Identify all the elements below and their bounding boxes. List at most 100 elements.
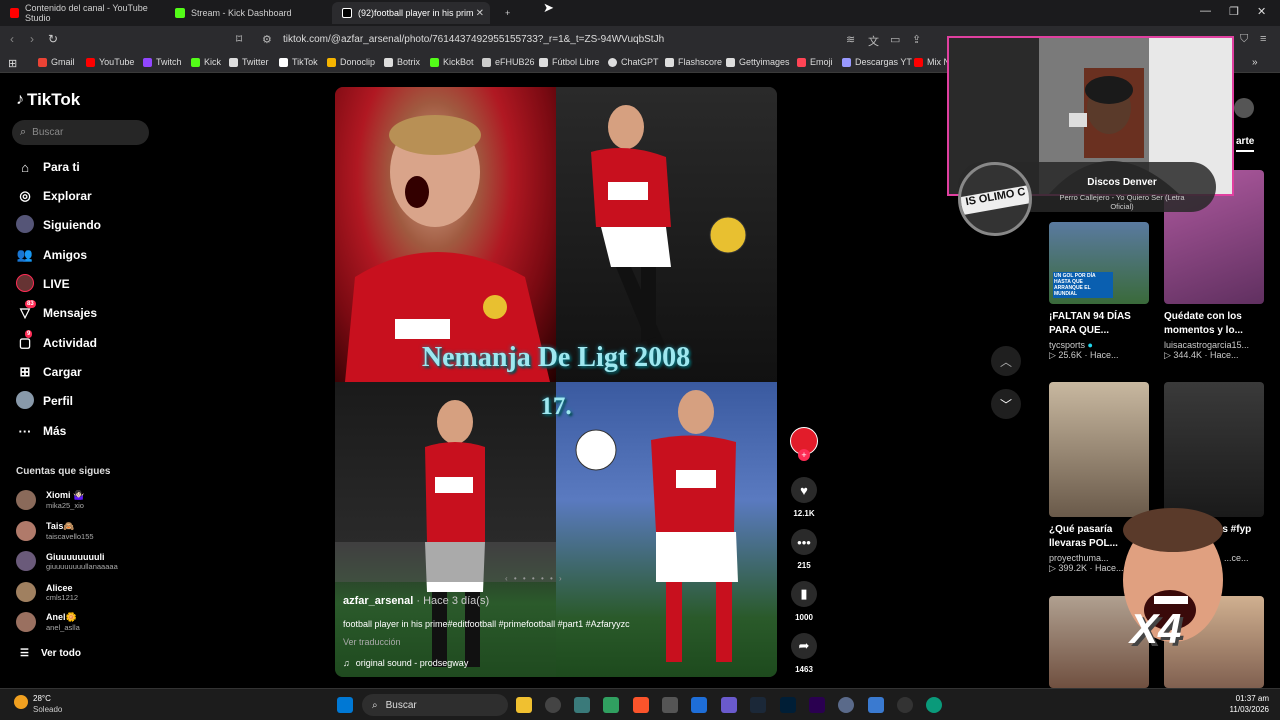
avatar	[16, 551, 36, 571]
site-info-icon[interactable]: ⚙	[262, 33, 272, 46]
nav-mas[interactable]: ··· Más	[16, 421, 67, 441]
new-tab-button[interactable]: +	[495, 2, 510, 24]
bookmark-twitch[interactable]: Twitch	[143, 57, 182, 67]
reload-icon[interactable]: ↻	[48, 32, 58, 46]
bookmark-icon[interactable]: ⌑	[236, 32, 242, 46]
media-player-icon[interactable]	[897, 697, 913, 713]
post-sound[interactable]: ♫ original sound - prodsegway	[343, 658, 468, 668]
nav-actividad[interactable]: ▢ 9 Actividad	[16, 330, 97, 353]
nav-mensajes[interactable]: ▽ 83 Mensajes	[16, 300, 97, 323]
premiere-icon[interactable]	[809, 697, 825, 713]
following-account[interactable]: Tais🙈 taiscavello155	[16, 521, 94, 541]
github-icon[interactable]	[545, 697, 561, 713]
menu-icon[interactable]: ≡	[1260, 33, 1266, 45]
chevron-up-icon: ︿	[999, 354, 1012, 369]
bookmark-icon: ▮	[791, 581, 817, 607]
see-all-link[interactable]: ☰ Ver todo	[20, 648, 81, 659]
bookmark-gettyimages[interactable]: Gettyimages	[726, 57, 790, 67]
windows-taskbar: 28°C Soleado ⌕ Buscar 01:37 am 11/03/202…	[0, 688, 1280, 720]
settings-icon[interactable]	[838, 697, 854, 713]
tab-arte[interactable]: arte	[1236, 136, 1255, 152]
discord-icon[interactable]	[721, 697, 737, 713]
calculator-icon[interactable]	[691, 697, 707, 713]
nav-para-ti[interactable]: ⌂ Para ti	[16, 157, 80, 177]
tab-tiktok[interactable]: (92)football player in his prim ✕	[332, 2, 490, 24]
back-icon[interactable]: ‹	[10, 32, 14, 46]
following-account[interactable]: Anel🌼 anel_aslla	[16, 612, 80, 632]
nav-cargar[interactable]: ⊞ Cargar	[16, 362, 82, 382]
bookmark-descargas-yt[interactable]: Descargas YT	[842, 57, 912, 67]
bookmark-twitter[interactable]: Twitter	[229, 57, 269, 67]
save-button[interactable]: ▮ 1000	[791, 581, 817, 622]
app-icon[interactable]	[574, 697, 590, 713]
follow-plus-icon[interactable]: +	[798, 449, 810, 461]
translate-icon[interactable]: 文	[868, 33, 879, 49]
carousel-dots[interactable]: ‹ • • • • • ›	[505, 574, 564, 583]
minimize-icon[interactable]: —	[1200, 5, 1211, 17]
tab-kick-dashboard[interactable]: Stream - Kick Dashboard	[165, 2, 330, 24]
vpn-icon[interactable]: ⛉	[1240, 33, 1248, 46]
reader-icon[interactable]: ≋	[846, 33, 855, 46]
bookmark-gmail[interactable]: Gmail	[38, 57, 75, 67]
maximize-icon[interactable]: ❐	[1229, 5, 1239, 18]
song-title: Discos Denver	[1087, 177, 1157, 188]
weather-icon[interactable]	[14, 695, 28, 709]
search-input[interactable]: ⌕ Buscar	[12, 120, 149, 145]
bookmark-youtube[interactable]: YouTube	[86, 57, 134, 67]
url-field[interactable]: tiktok.com/@azfar_arsenal/photo/76144374…	[283, 34, 664, 45]
avatar	[16, 582, 36, 602]
photoshop-icon[interactable]	[780, 697, 796, 713]
nav-explorar[interactable]: ◎ Explorar	[16, 186, 91, 206]
start-icon[interactable]	[337, 697, 353, 713]
tiktok-logo[interactable]: ♪ TikTok	[16, 90, 80, 110]
share-button[interactable]: ➦ 1463	[791, 633, 817, 674]
translate-link[interactable]: Ver traducción	[343, 637, 401, 647]
nav-siguiendo[interactable]: Siguiendo	[16, 214, 101, 235]
bookmark-tiktok[interactable]: TikTok	[279, 57, 318, 67]
tab-youtube-studio[interactable]: Contenido del canal - YouTube Studio	[0, 2, 160, 24]
bookmark-efhub[interactable]: eFHUB26	[482, 57, 535, 67]
like-button[interactable]: ♥ 12.1K	[791, 477, 817, 518]
share-icon[interactable]: ⇪	[912, 33, 921, 46]
apps-icon[interactable]: ⊞	[8, 57, 17, 70]
brave-icon[interactable]	[633, 697, 649, 713]
author-avatar-button[interactable]: +	[790, 427, 818, 461]
bookmark-kick[interactable]: Kick	[191, 57, 221, 67]
notepad-icon[interactable]	[868, 697, 884, 713]
bookmark-futbol-libre[interactable]: Fútbol Libre	[539, 57, 600, 67]
bookmark-donoclip[interactable]: Donoclip	[327, 57, 375, 67]
nav-amigos[interactable]: 👥 Amigos	[16, 245, 87, 265]
post-author[interactable]: azfar_arsenal · Hace 3 día(s)	[343, 595, 489, 607]
bookmark-kickbot[interactable]: KickBot	[430, 57, 474, 67]
close-window-icon[interactable]: ✕	[1257, 5, 1266, 18]
following-account[interactable]: Giuuuuuuuuli giuuuuuuuullanaaaaa	[16, 551, 118, 571]
cast-icon[interactable]: ▭	[890, 33, 900, 46]
edge-icon[interactable]	[926, 697, 942, 713]
steam-icon[interactable]	[750, 697, 766, 713]
app-icon[interactable]	[603, 697, 619, 713]
photo-post[interactable]: Nemanja De Ligt 2008 17. ‹ • • • • • › a…	[335, 87, 777, 677]
clock-date[interactable]: 11/03/2026	[1205, 705, 1269, 714]
bookmark-botrix[interactable]: Botrix	[384, 57, 420, 67]
previous-post-button[interactable]: ︿	[991, 346, 1021, 376]
more-bookmarks-icon[interactable]: »	[1252, 57, 1258, 68]
file-explorer-icon[interactable]	[516, 697, 532, 713]
bookmark-mix[interactable]: Mix N	[914, 57, 950, 67]
next-post-button[interactable]: ﹀	[991, 389, 1021, 419]
close-tab-icon[interactable]: ✕	[476, 8, 484, 19]
bookmark-flashscore[interactable]: Flashscore	[665, 57, 722, 67]
related-video-card[interactable]: UN GOL POR DÍA HASTA QUE ARRANQUE EL MUN…	[1049, 222, 1149, 361]
forward-icon[interactable]: ›	[30, 32, 34, 46]
following-account[interactable]: Xiomi 🤷🏻‍♀️ mika25_xio	[16, 490, 84, 510]
nav-perfil[interactable]: Perfil	[16, 390, 73, 411]
bookmark-emoji[interactable]: Emoji	[797, 57, 833, 67]
app-icon[interactable]	[662, 697, 678, 713]
profile-avatar[interactable]	[1234, 98, 1254, 118]
activity-icon: ▢ 9	[18, 330, 33, 350]
clock-time[interactable]: 01:37 am	[1205, 694, 1269, 703]
taskbar-search[interactable]: ⌕ Buscar	[362, 694, 508, 716]
comment-button[interactable]: ••• 215	[791, 529, 817, 570]
following-account[interactable]: Alicee cmls1212	[16, 582, 78, 602]
bookmark-chatgpt[interactable]: ChatGPT	[608, 57, 659, 67]
nav-live[interactable]: LIVE	[16, 273, 70, 294]
